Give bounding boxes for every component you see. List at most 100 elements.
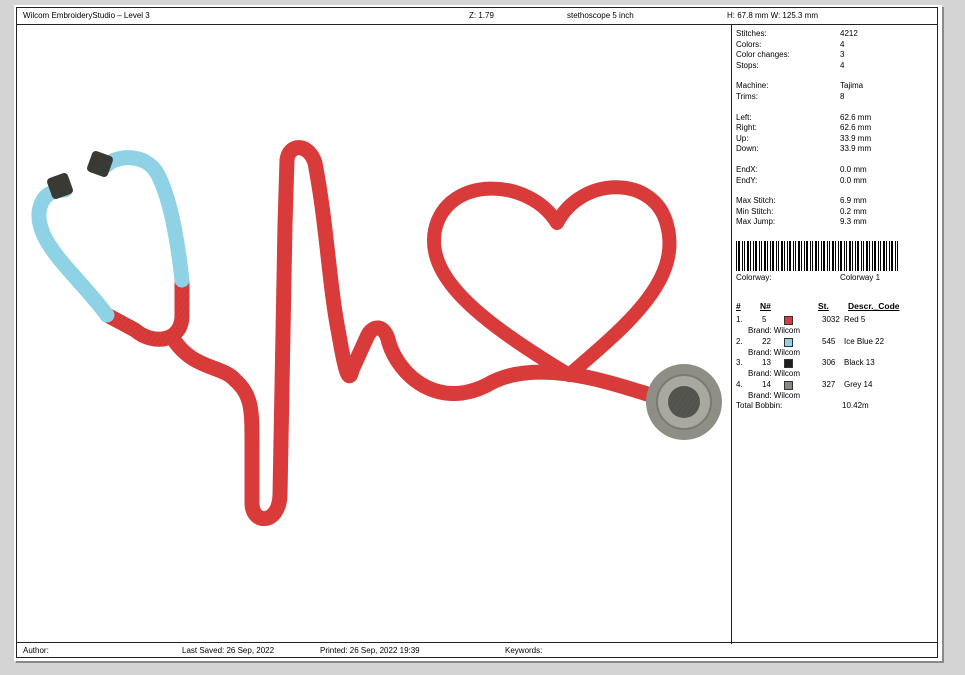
color-swatch: [784, 359, 793, 368]
stitch-count: 327: [822, 379, 836, 389]
stat-label: Up:: [736, 133, 749, 143]
stat-row: EndX: 0.0 mm: [736, 165, 936, 175]
barcode-bar: [787, 241, 788, 271]
barcode-bar: [861, 241, 862, 271]
barcode-bar: [857, 241, 859, 271]
design-canvas: [17, 25, 732, 644]
barcode-bar: [812, 241, 813, 271]
stat-row: Trims: 8: [736, 92, 936, 102]
stat-value: 4212: [840, 29, 858, 38]
barcode-bar: [832, 241, 834, 271]
barcode-bar: [804, 241, 805, 271]
stat-label: Stitches:: [736, 29, 767, 38]
stat-label: Stops:: [736, 60, 759, 70]
barcode-bar: [767, 241, 768, 271]
barcode-bar: [827, 241, 828, 271]
stats-panel: Stitches: 4212 Colors: 4 Color changes: 3 Stop…: [732, 25, 937, 644]
thread-number: 14: [762, 379, 771, 389]
stitch-count: 545: [822, 336, 836, 346]
barcode-bar: [823, 241, 825, 271]
col-header-description: Descr._Code: [848, 301, 900, 311]
stat-label: Colors:: [736, 39, 762, 49]
stat-value: 0.0 mm: [840, 175, 867, 185]
stat-row: EndY: 0.0 mm: [736, 176, 936, 186]
stat-value: 9.3 mm: [840, 217, 867, 227]
color-index: 1.: [736, 315, 743, 324]
stat-value: 6.9 mm: [840, 196, 867, 206]
stat-label: Machine:: [736, 81, 769, 91]
stat-label: Left:: [736, 112, 752, 122]
author-field: Author:: [23, 646, 49, 655]
thread-brand: Brand: Wilcom: [748, 390, 801, 400]
barcode-bar: [789, 241, 791, 271]
stat-value: 8: [840, 92, 845, 101]
barcode-bar: [895, 241, 896, 271]
thread-number: 13: [762, 358, 771, 367]
barcode-bar: [838, 241, 839, 271]
barcode-bar: [863, 241, 864, 271]
keywords-field: Keywords:: [505, 646, 543, 655]
app-title: Wilcom EmbroideryStudio – Level 3: [23, 11, 150, 20]
stat-value: 62.6 mm: [840, 123, 872, 133]
stat-label: Color changes:: [736, 50, 790, 60]
barcode-bar: [889, 241, 890, 271]
barcode-bar: [736, 241, 737, 271]
thread-brand: Brand: Wilcom: [748, 369, 801, 378]
barcode-bar: [878, 241, 879, 271]
thread-number: 22: [762, 336, 771, 346]
barcode-bar: [776, 241, 777, 271]
stat-row: Right: 62.6 mm: [736, 123, 936, 133]
col-header-stitches: St.: [818, 301, 829, 311]
header-bar: Wilcom EmbroideryStudio – Level 3 Z: 1.7…: [17, 8, 937, 25]
stat-value: 33.9 mm: [840, 144, 872, 154]
stat-row: Max Stitch: 6.9 mm: [736, 196, 936, 206]
barcode-bar: [759, 241, 760, 271]
page-frame: Wilcom EmbroideryStudio – Level 3 Z: 1.7…: [16, 7, 938, 658]
stat-label: EndX:: [736, 165, 758, 174]
color-index: 4.: [736, 379, 743, 389]
stat-row: Stops: 4: [736, 61, 936, 71]
barcode-bar: [750, 241, 751, 271]
barcode-bar: [872, 241, 873, 271]
stat-row: Max Jump: 9.3 mm: [736, 217, 936, 227]
stat-value: 4: [840, 60, 845, 70]
heart-shape: [426, 180, 677, 382]
barcode-bar: [801, 241, 802, 271]
barcode-bar: [886, 241, 887, 271]
stitch-count: 3032: [822, 315, 840, 324]
color-description: Red 5: [844, 315, 866, 324]
col-header-index: #: [736, 301, 741, 311]
barcode-bar: [793, 241, 794, 271]
barcode-bar: [778, 241, 779, 271]
barcode-bar: [784, 241, 785, 271]
color-swatch: [784, 337, 793, 347]
barcode-bar: [755, 241, 757, 271]
barcode-bar: [770, 241, 771, 271]
stat-value: Tajima: [840, 81, 864, 91]
stethoscope-design-image: [31, 140, 722, 527]
barcode-bar: [880, 241, 881, 271]
barcode-bar: [772, 241, 774, 271]
barcode-bar: [883, 241, 885, 271]
color-list-item: 4. 14 327 Grey 14 Brand: Wilcom: [736, 380, 936, 402]
barcode: [736, 241, 898, 271]
stat-label: Max Jump:: [736, 217, 776, 227]
stat-label: Right:: [736, 123, 757, 133]
design-name: stethoscope 5 inch: [567, 11, 634, 20]
color-list-item: 2. 22 545 Ice Blue 22 Brand: Wilcom: [736, 337, 936, 359]
barcode-bar: [810, 241, 811, 271]
barcode-bar: [764, 241, 766, 271]
stat-value: 0.2 mm: [840, 206, 867, 216]
color-description: Grey 14: [844, 379, 873, 389]
ear-tube-right: [99, 150, 190, 288]
stat-value: 3: [840, 50, 845, 60]
color-description: Black 13: [844, 358, 875, 367]
stat-label: EndY:: [736, 175, 758, 185]
stat-row: Up: 33.9 mm: [736, 134, 936, 144]
barcode-bar: [849, 241, 851, 271]
barcode-bar: [806, 241, 808, 271]
stat-row: Stitches: 4212: [736, 29, 936, 39]
barcode-bar: [738, 241, 740, 271]
stat-value: 4: [840, 39, 845, 49]
barcode-bar: [753, 241, 754, 271]
